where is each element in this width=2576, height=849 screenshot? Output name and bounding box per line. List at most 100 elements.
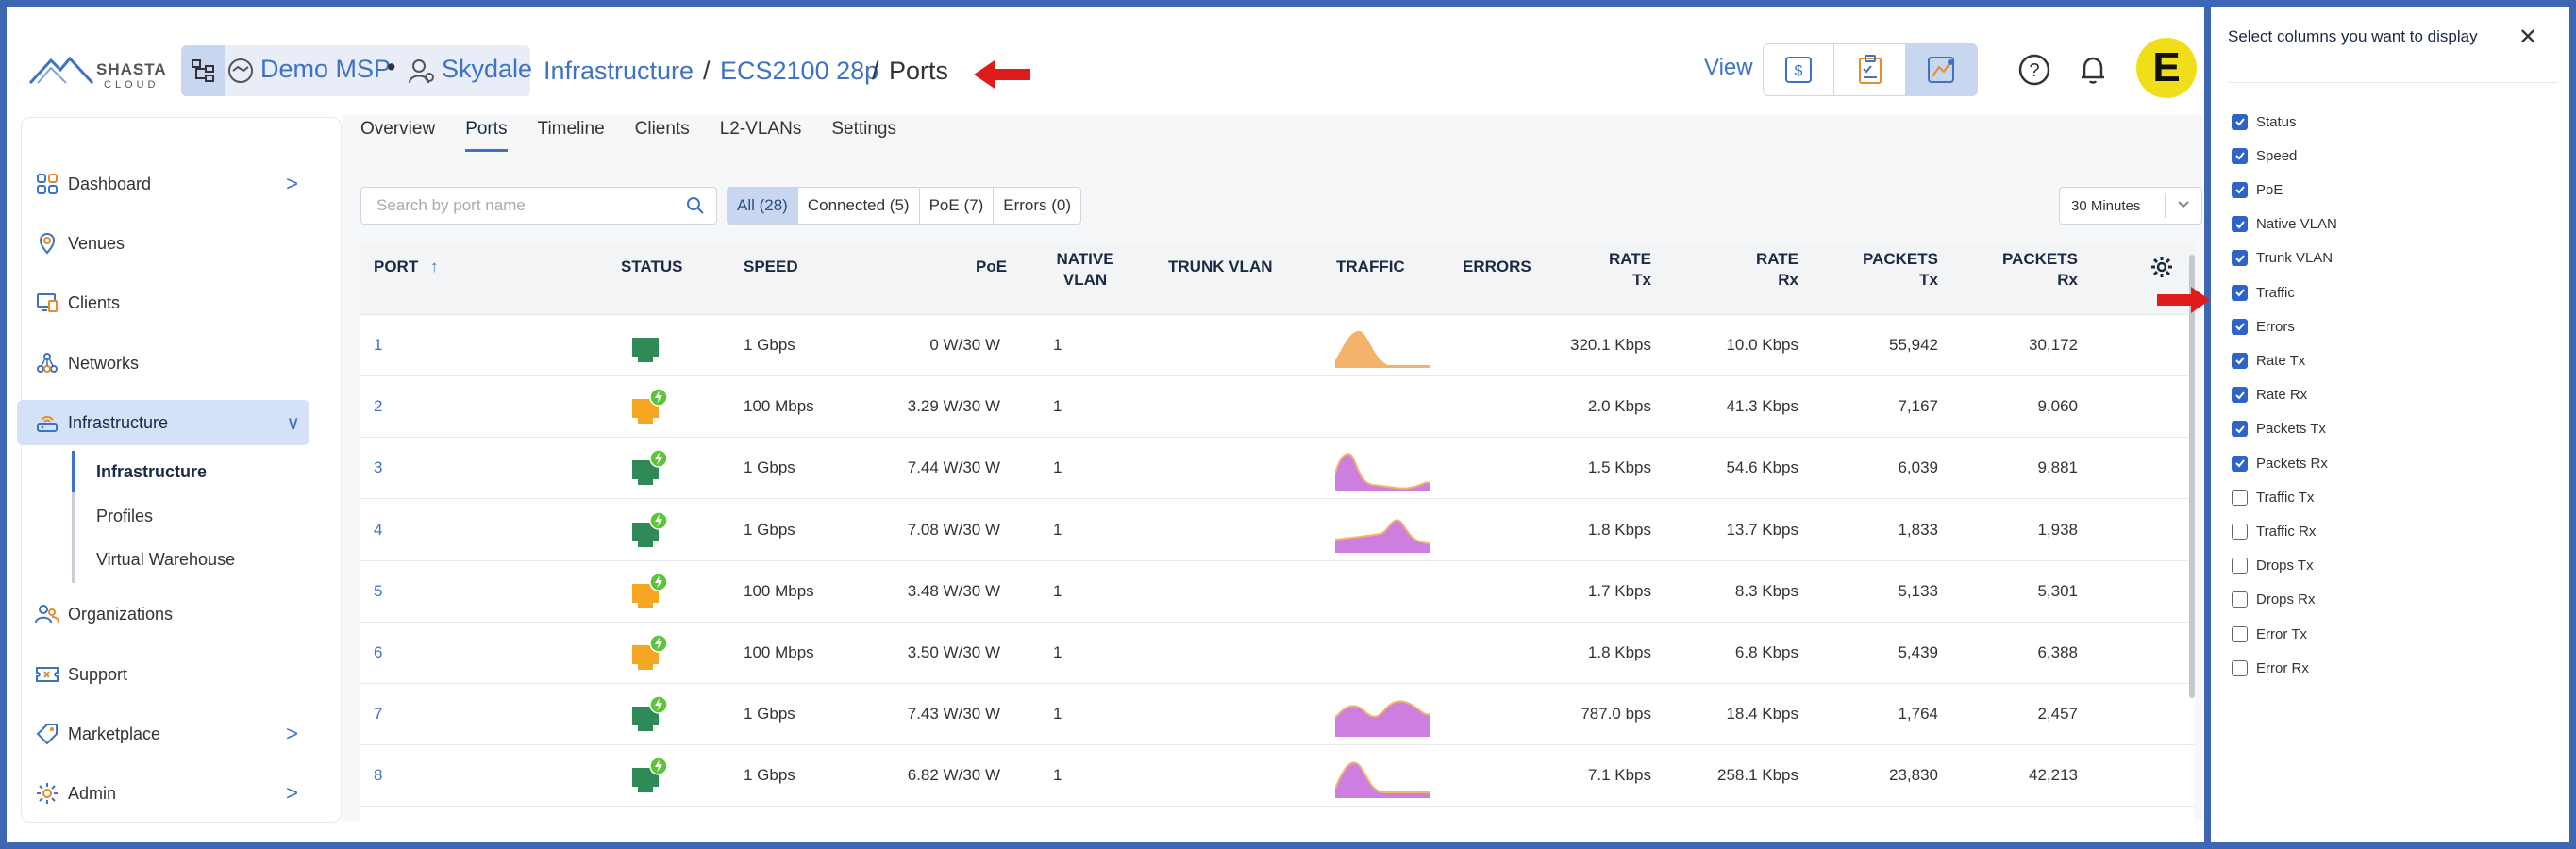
port-number-link[interactable]: 4: [374, 521, 382, 540]
table-row[interactable]: 3 1 Gbps 7.44 W/30 W 1 1.5 Kbps 54.6 Kbp…: [360, 438, 2195, 500]
hierarchy-button[interactable]: [181, 45, 225, 96]
checkbox-unchecked-icon[interactable]: [2232, 659, 2248, 676]
sidebar-item-venues[interactable]: Venues: [34, 222, 308, 265]
sidebar-item-networks[interactable]: Networks: [34, 341, 308, 385]
column-option[interactable]: Error Tx: [2232, 624, 2307, 644]
column-option[interactable]: Drops Tx: [2232, 556, 2314, 576]
tab-l2-vlans[interactable]: L2-VLANs: [720, 119, 802, 152]
column-header-errors[interactable]: ERRORS: [1463, 257, 1531, 277]
table-scrollbar[interactable]: [2189, 255, 2195, 698]
checkbox-checked-icon[interactable]: [2232, 113, 2248, 130]
checkbox-checked-icon[interactable]: [2232, 147, 2248, 164]
close-icon[interactable]: ✕: [2518, 24, 2537, 51]
org-name[interactable]: Demo MSP: [260, 55, 391, 84]
port-number-link[interactable]: 2: [374, 397, 382, 416]
sidebar-item-infrastructure[interactable]: Infrastructure ∨: [17, 400, 309, 445]
column-option[interactable]: Traffic: [2232, 282, 2295, 303]
column-option[interactable]: Traffic Rx: [2232, 521, 2316, 541]
tab-timeline[interactable]: Timeline: [538, 119, 605, 152]
table-row[interactable]: 7 1 Gbps 7.43 W/30 W 1 787.0 bps 18.4 Kb…: [360, 684, 2195, 746]
checkbox-checked-icon[interactable]: [2232, 216, 2248, 233]
table-row[interactable]: 5 100 Mbps 3.48 W/30 W 1 1.7 Kbps 8.3 Kb…: [360, 561, 2195, 623]
checkbox-unchecked-icon[interactable]: [2232, 558, 2248, 574]
column-header-speed[interactable]: SPEED: [744, 257, 798, 277]
column-option[interactable]: Status: [2232, 111, 2297, 132]
port-search[interactable]: [360, 187, 717, 225]
checkbox-unchecked-icon[interactable]: [2232, 523, 2248, 540]
tab-clients[interactable]: Clients: [635, 119, 690, 152]
column-option[interactable]: Rate Tx: [2232, 350, 2305, 371]
column-option[interactable]: Error Rx: [2232, 658, 2309, 678]
view-network-button[interactable]: [1905, 44, 1977, 95]
column-option[interactable]: Trunk VLAN: [2232, 248, 2333, 269]
column-header-port[interactable]: PORT ↑: [374, 257, 438, 277]
port-number-link[interactable]: 7: [374, 705, 382, 724]
table-row[interactable]: 8 1 Gbps 6.82 W/30 W 1 7.1 Kbps 258.1 Kb…: [360, 745, 2195, 807]
checkbox-unchecked-icon[interactable]: [2232, 625, 2248, 642]
search-icon[interactable]: [686, 196, 705, 215]
column-option[interactable]: Packets Tx: [2232, 419, 2326, 440]
column-header-traffic[interactable]: TRAFFIC: [1336, 257, 1405, 277]
filter-errors[interactable]: Errors (0): [994, 188, 1080, 224]
column-header-native-vlan[interactable]: NATIVE VLAN: [1047, 249, 1123, 291]
tab-overview[interactable]: Overview: [360, 119, 435, 152]
checkbox-checked-icon[interactable]: [2232, 387, 2248, 404]
column-header-poe[interactable]: PoE: [976, 257, 1007, 277]
column-option[interactable]: Native VLAN: [2232, 214, 2337, 235]
column-header-packets-rx[interactable]: PACKETS Rx: [1993, 249, 2078, 291]
filter-all[interactable]: All (28): [728, 188, 798, 224]
column-header-trunk-vlan[interactable]: TRUNK VLAN: [1168, 257, 1273, 277]
checkbox-unchecked-icon[interactable]: [2232, 489, 2248, 506]
sidebar-item-dashboard[interactable]: Dashboard >: [34, 162, 308, 206]
port-number-link[interactable]: 6: [374, 643, 382, 662]
customer-name[interactable]: Skydale: [442, 55, 532, 84]
tab-ports[interactable]: Ports: [465, 119, 508, 152]
table-row[interactable]: 2 100 Mbps 3.29 W/30 W 1 2.0 Kbps 41.3 K…: [360, 376, 2195, 439]
submenu-item-profiles[interactable]: Profiles: [96, 507, 153, 526]
checkbox-checked-icon[interactable]: [2232, 455, 2248, 472]
column-header-status[interactable]: STATUS: [621, 257, 682, 277]
port-number-link[interactable]: 1: [374, 336, 382, 355]
column-option[interactable]: Packets Rx: [2232, 453, 2328, 474]
checkbox-checked-icon[interactable]: [2232, 421, 2248, 438]
breadcrumb-infrastructure[interactable]: Infrastructure: [544, 57, 694, 86]
checkbox-checked-icon[interactable]: [2232, 250, 2248, 267]
sidebar-item-admin[interactable]: Admin >: [34, 772, 308, 815]
column-option[interactable]: Errors: [2232, 316, 2295, 337]
sidebar-item-organizations[interactable]: Organizations: [34, 592, 308, 636]
search-input[interactable]: [376, 196, 660, 215]
shasta-cloud-logo[interactable]: SHASTA CLOUD: [28, 53, 170, 100]
column-option[interactable]: PoE: [2232, 179, 2283, 200]
submenu-item-infrastructure[interactable]: Infrastructure: [96, 462, 207, 482]
checkbox-checked-icon[interactable]: [2232, 284, 2248, 301]
checkbox-checked-icon[interactable]: [2232, 181, 2248, 198]
port-number-link[interactable]: 5: [374, 582, 382, 601]
table-row[interactable]: 6 100 Mbps 3.50 W/30 W 1 1.8 Kbps 6.8 Kb…: [360, 623, 2195, 684]
column-option[interactable]: Rate Rx: [2232, 385, 2307, 406]
checkbox-unchecked-icon[interactable]: [2232, 591, 2248, 608]
filter-poe[interactable]: PoE (7): [920, 188, 995, 224]
column-header-packets-tx[interactable]: PACKETS Tx: [1853, 249, 1938, 291]
port-number-link[interactable]: 3: [374, 458, 382, 477]
sidebar-item-marketplace[interactable]: Marketplace >: [34, 712, 308, 756]
checkbox-checked-icon[interactable]: [2232, 318, 2248, 335]
time-range-select[interactable]: 30 Minutes: [2059, 187, 2202, 225]
help-icon[interactable]: ?: [2017, 53, 2051, 87]
breadcrumb-device[interactable]: ECS2100 28p: [720, 57, 878, 86]
column-option[interactable]: Drops Rx: [2232, 590, 2316, 610]
checkbox-checked-icon[interactable]: [2232, 352, 2248, 369]
view-switcher[interactable]: $: [1763, 43, 1978, 96]
table-row[interactable]: 4 1 Gbps 7.08 W/30 W 1 1.8 Kbps 13.7 Kbp…: [360, 500, 2195, 561]
user-avatar[interactable]: E: [2136, 38, 2197, 98]
table-row[interactable]: 1 1 Gbps 0 W/30 W 1 320.1 Kbps 10.0 Kbps…: [360, 315, 2195, 376]
column-header-rate-rx[interactable]: RATE Rx: [1715, 249, 1798, 291]
column-header-rate-tx[interactable]: RATE Tx: [1568, 249, 1651, 291]
tab-settings[interactable]: Settings: [831, 119, 896, 152]
port-number-link[interactable]: 8: [374, 766, 382, 785]
filter-connected[interactable]: Connected (5): [798, 188, 920, 224]
column-option[interactable]: Speed: [2232, 145, 2297, 166]
sidebar-item-clients[interactable]: Clients: [34, 281, 308, 325]
column-option[interactable]: Traffic Tx: [2232, 487, 2314, 508]
view-inventory-button[interactable]: [1834, 44, 1906, 95]
submenu-item-virtual-warehouse[interactable]: Virtual Warehouse: [96, 550, 235, 570]
